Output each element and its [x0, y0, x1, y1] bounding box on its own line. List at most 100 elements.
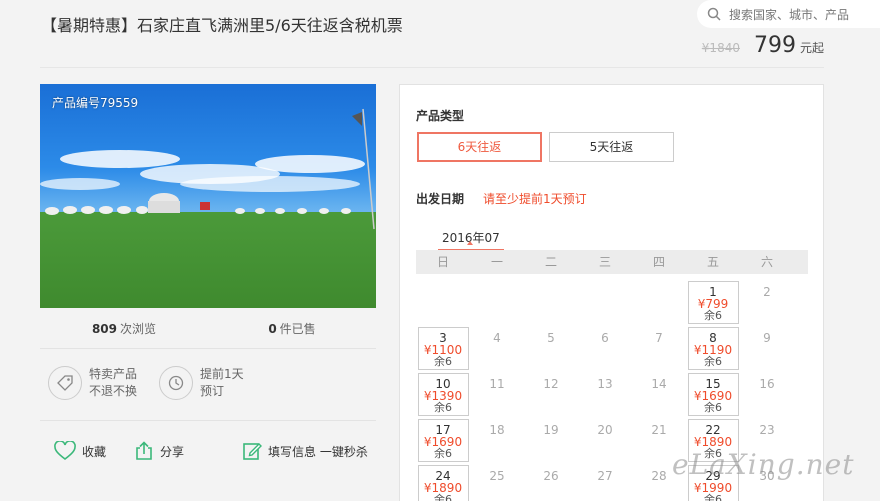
option-6-day[interactable]: 6天往返 [417, 132, 542, 162]
day-number: 27 [597, 469, 613, 483]
feature-item: 特卖产品 不退不换 [48, 366, 159, 400]
calendar-day: 6 [578, 327, 632, 373]
feature-item: 提前1天 预订 [159, 366, 270, 400]
price-block: ¥1840 799 元起 [702, 33, 824, 58]
edit-icon [243, 443, 263, 460]
calendar-empty-cell [416, 281, 470, 327]
calendar-day: 27 [578, 465, 632, 501]
calendar-day: 26 [524, 465, 578, 501]
product-photo: 产品编号79559 [40, 84, 376, 308]
calendar-day: 14 [632, 373, 686, 419]
day-remaining: 余6 [434, 355, 452, 368]
weekday-label: 四 [652, 255, 665, 269]
calendar-empty-cell [524, 281, 578, 327]
day-number: 5 [547, 331, 555, 345]
sale-price: 799 [753, 33, 796, 58]
share-icon [136, 441, 152, 460]
weekday-label: 五 [706, 255, 719, 269]
day-number: 23 [759, 423, 775, 437]
calendar-row: 10 ¥1390 余6 11 12 13 14 15 ¥1690 余6 16 [416, 373, 808, 419]
calendar-day: 7 [632, 327, 686, 373]
calendar-empty-cell [632, 281, 686, 327]
calendar-day: 9 [740, 327, 794, 373]
action-bar: 收藏 分享 填写信息 一键秒杀 [54, 441, 384, 461]
weekday-label: 一 [490, 255, 503, 269]
day-number: 21 [651, 423, 667, 437]
calendar-day: 18 [470, 419, 524, 465]
day-number: 4 [493, 331, 501, 345]
calendar-day: 5 [524, 327, 578, 373]
day-remaining: 余6 [434, 401, 452, 414]
day-remaining: 余6 [704, 355, 722, 368]
day-number: 6 [601, 331, 609, 345]
departure-date-label: 出发日期 [416, 192, 465, 206]
day-remaining: 余6 [704, 493, 722, 501]
calendar-row: 1 ¥799 余6 2 [416, 281, 808, 327]
day-remaining: 余6 [434, 447, 452, 460]
search-icon [707, 7, 721, 21]
calendar-day: 12 [524, 373, 578, 419]
day-number: 12 [543, 377, 559, 391]
divider [40, 420, 376, 421]
product-type-label: 产品类型 [416, 109, 465, 123]
day-remaining: 余6 [704, 401, 722, 414]
clock-icon [159, 366, 193, 400]
day-number: 7 [655, 331, 663, 345]
day-number: 26 [543, 469, 559, 483]
view-count: 809 次浏览 [91, 322, 157, 336]
calendar-day-available[interactable]: 24 ¥1890 余6 [416, 465, 470, 501]
calendar-day-available[interactable]: 1 ¥799 余6 [686, 281, 740, 327]
calendar-empty-cell [578, 281, 632, 327]
fill-info-button[interactable]: 填写信息 一键秒杀 [242, 441, 368, 461]
calendar-day: 2 [740, 281, 794, 327]
sold-count: 0 件已售 [268, 322, 316, 336]
weekday-label: 六 [760, 255, 773, 269]
original-price: ¥1840 [701, 41, 740, 55]
day-number: 20 [597, 423, 613, 437]
favorite-button[interactable]: 收藏 [54, 441, 106, 461]
calendar-empty-cell [470, 281, 524, 327]
calendar-day-available[interactable]: 8 ¥1190 余6 [686, 327, 740, 373]
day-number: 9 [763, 331, 771, 345]
stats-bar: 809 次浏览 0 件已售 [40, 320, 376, 337]
calendar-day-available[interactable]: 17 ¥1690 余6 [416, 419, 470, 465]
divider [40, 348, 376, 349]
product-code: 产品编号79559 [52, 96, 139, 110]
option-5-day[interactable]: 5天往返 [549, 132, 674, 162]
share-button[interactable]: 分享 [134, 441, 184, 461]
month-tab[interactable]: 2016年07 [438, 229, 504, 251]
calendar-day: 25 [470, 465, 524, 501]
calendar-day: 4 [470, 327, 524, 373]
calendar-day-available[interactable]: 10 ¥1390 余6 [416, 373, 470, 419]
weekday-label: 日 [436, 255, 449, 269]
date-hint: 请至少提前1天预订 [483, 192, 587, 206]
day-number: 13 [597, 377, 613, 391]
page-title: 【暑期特惠】石家庄直飞满洲里5/6天往返含税机票 [41, 16, 403, 35]
calendar-day: 20 [578, 419, 632, 465]
calendar-day: 13 [578, 373, 632, 419]
weekday-header: 日一二三四五六 [416, 250, 808, 274]
weekday-label: 三 [598, 255, 611, 269]
calendar-day-available[interactable]: 3 ¥1100 余6 [416, 327, 470, 373]
heart-icon [54, 441, 76, 461]
day-number: 18 [489, 423, 505, 437]
day-remaining: 余6 [704, 309, 722, 322]
calendar-day: 19 [524, 419, 578, 465]
search-box[interactable]: 搜索国家、城市、产品 [697, 0, 880, 28]
divider [40, 67, 824, 68]
day-number: 11 [489, 377, 505, 391]
calendar-day: 11 [470, 373, 524, 419]
booking-panel: 产品类型 6天往返 5天往返 出发日期 请至少提前1天预订 2016年07 日 一… [399, 84, 824, 501]
day-number: 25 [489, 469, 505, 483]
price-unit: 元起 [799, 41, 824, 55]
day-number: 19 [543, 423, 559, 437]
day-number: 16 [759, 377, 775, 391]
day-remaining: 余6 [434, 493, 452, 501]
feature-list: 特卖产品 不退不换 提前1天 预订 [48, 366, 270, 400]
watermark: eLaXing.net [672, 448, 855, 481]
caret-up-icon [467, 241, 473, 245]
day-number: 2 [763, 285, 771, 299]
weekday-label: 二 [544, 255, 557, 269]
calendar-day-available[interactable]: 15 ¥1690 余6 [686, 373, 740, 419]
calendar-row: 3 ¥1100 余6 4 5 6 7 8 ¥1190 余6 9 [416, 327, 808, 373]
